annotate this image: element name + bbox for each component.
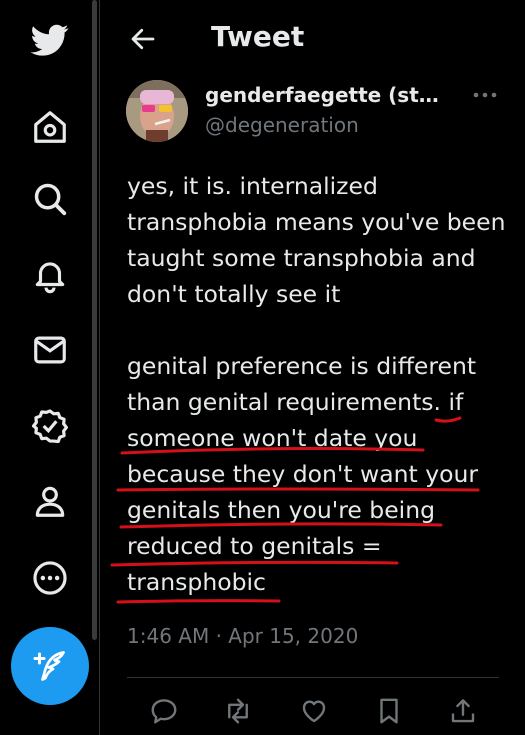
divider [127,677,499,678]
bookmark-icon [380,698,398,724]
more-circle-icon-svg [33,561,67,595]
sidebar-scrollbar[interactable] [92,0,97,640]
tweet-line: genitals then you're being [127,496,436,524]
profile-person-icon[interactable] [22,473,78,529]
avatar[interactable] [126,80,188,142]
verified-badge-icon-svg [31,409,69,444]
tweet-timestamp[interactable]: 1:46 AM · Apr 15, 2020 [127,624,358,648]
reply-icon [151,699,177,724]
back-arrow-icon[interactable] [128,24,158,54]
share-icon [451,699,475,723]
home-icon[interactable] [22,99,78,155]
page-title: Tweet [211,20,305,53]
tweet-line: transphobic [127,568,266,596]
tweet-line: genital preference is different [127,352,477,380]
tweet-text: yes, it is. internalized transphobia mea… [127,168,525,600]
display-name[interactable]: genderfaegette (stil... [205,83,443,107]
sidebar [0,0,96,735]
compose-tweet-button[interactable] [11,627,89,705]
tweet-line: taught some transphobia and [127,244,476,272]
more-options-button[interactable] [470,82,500,108]
like-button[interactable] [297,694,331,728]
twitter-bird-icon-svg [31,24,69,56]
tweet-line: because they don't want your [127,460,479,488]
reply-button[interactable] [147,694,181,728]
notifications-bell-icon[interactable] [22,247,78,303]
tweet-line: yes, it is. internalized [127,172,378,200]
notifications-bell-icon-svg [35,262,65,294]
tweet-line: than genital requirements. if [127,388,464,416]
ellipsis-icon [473,92,497,98]
avatar-image [126,80,188,142]
tweet-line: don't totally see it [127,280,341,308]
messages-envelope-icon[interactable] [22,322,78,378]
profile-person-icon-svg [35,486,65,517]
header: Tweet [100,0,525,78]
retweet-icon [228,698,248,724]
like-heart-icon [302,700,326,723]
user-handle[interactable]: @degeneration [205,113,359,137]
tweet-detail-column: Tweet genderfaegette (stil... @degenerat… [100,0,525,735]
retweet-button[interactable] [221,694,255,728]
tweet-line: transphobia means you've been [127,208,506,236]
tweet-line: reduced to genitals = [127,532,382,560]
bookmark-button[interactable] [372,694,406,728]
home-icon-svg [34,111,66,143]
search-icon-svg [34,183,67,216]
search-icon[interactable] [22,171,78,227]
compose-feather-icon [33,651,65,681]
verified-badge-icon[interactable] [22,398,78,454]
messages-envelope-icon-svg [34,336,66,364]
tweet-line: someone won't date you [127,424,418,452]
twitter-bird-icon[interactable] [22,12,78,68]
share-button[interactable] [446,694,480,728]
more-circle-icon[interactable] [22,550,78,606]
